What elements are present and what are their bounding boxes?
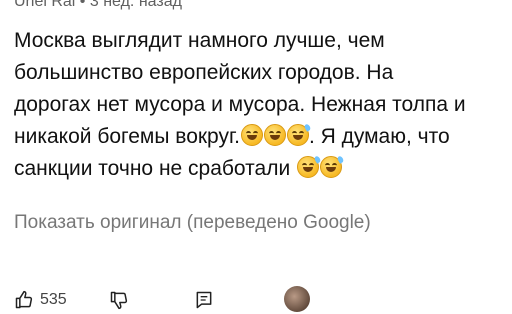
grinning-sweat-face-icon	[320, 155, 345, 178]
comment-text: Москва выглядит намного лучше, чем больш…	[14, 25, 512, 185]
comment-line-4-text-b: . Я думаю, что	[308, 125, 450, 148]
reply-icon	[196, 291, 212, 309]
comment-line-2: большинство европейских городов. На	[14, 61, 394, 84]
smiling-face-icon	[263, 124, 286, 146]
author-name[interactable]: Uriel Rai	[14, 0, 75, 10]
thumbs-up-icon	[15, 290, 33, 309]
avatar[interactable]	[284, 286, 310, 312]
like-count: 535	[40, 291, 67, 308]
show-original-link[interactable]: Показать оригинал (переведено Google)	[14, 212, 371, 234]
meta-separator: •	[79, 0, 86, 10]
comment-line-3: дорогах нет мусора и мусора. Нежная толп…	[14, 93, 466, 116]
smiling-face-icon	[240, 124, 263, 146]
thumbs-down-icon	[110, 291, 128, 310]
reply-button[interactable]	[194, 290, 214, 310]
dislike-button[interactable]	[109, 290, 129, 310]
comment-line-5: санкции точно не сработали	[14, 153, 512, 185]
comment-line-4: никакой богемы вокруг. . Я думаю, что	[14, 121, 512, 153]
comment-line-1: Москва выглядит намного лучше, чем	[14, 29, 385, 52]
comment-meta: Uriel Rai • 3 нед. назад	[14, 0, 182, 11]
comment-line-5-text: санкции точно не сработали	[14, 157, 291, 180]
grinning-sweat-face-icon	[286, 123, 312, 146]
comment-line-4-text-a: никакой богемы вокруг.	[14, 125, 240, 148]
comment-actions: 535	[14, 286, 314, 314]
comment-time[interactable]: 3 нед. назад	[90, 0, 182, 10]
like-button[interactable]: 535	[14, 290, 67, 310]
grinning-sweat-face-icon	[297, 155, 322, 178]
